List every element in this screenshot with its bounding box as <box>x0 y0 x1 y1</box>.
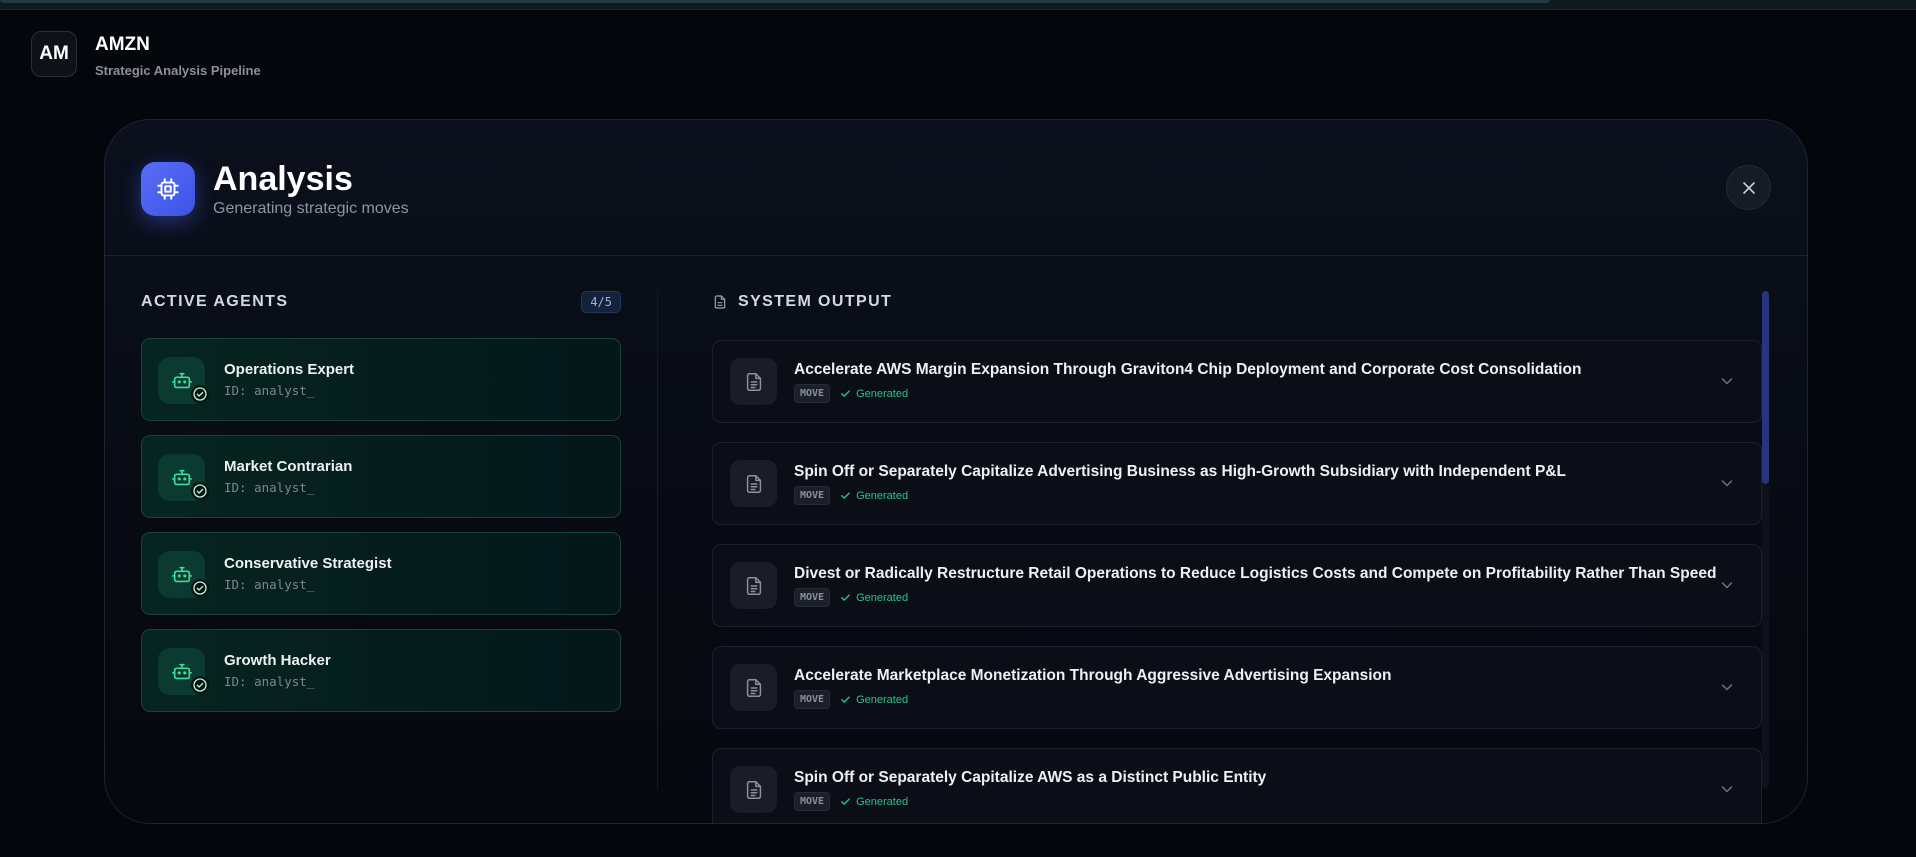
agent-card[interactable]: Market Contrarian ID: analyst_ <box>141 435 621 518</box>
move-badge: MOVE <box>794 384 831 403</box>
status-badge: Generated <box>840 388 908 400</box>
move-title: Divest or Radically Restructure Retail O… <box>794 565 1717 582</box>
check-icon <box>841 696 850 703</box>
move-title: Accelerate AWS Margin Expansion Through … <box>794 361 1582 378</box>
modal-header: Analysis Generating strategic moves <box>105 120 1807 256</box>
cpu-chip-icon <box>141 162 195 216</box>
document-icon <box>730 460 777 507</box>
move-badge: MOVE <box>794 588 831 607</box>
panel-divider <box>657 290 658 790</box>
agent-id: ID: analyst_ <box>224 577 315 592</box>
active-agents-title: ACTIVE AGENTS <box>141 293 289 310</box>
move-status-text: Generated <box>856 387 909 400</box>
status-badge: Generated <box>840 490 908 502</box>
document-icon <box>730 766 777 813</box>
move-title: Spin Off or Separately Capitalize AWS as… <box>794 769 1267 786</box>
top-progress-strip <box>0 0 1916 10</box>
agent-id: ID: analyst_ <box>224 674 315 689</box>
output-scrollbar-thumb[interactable] <box>1762 291 1769 484</box>
move-status-text: Generated <box>856 489 909 502</box>
check-icon <box>841 492 850 499</box>
agent-id: ID: analyst_ <box>224 383 315 398</box>
check-circle-icon <box>191 482 209 500</box>
close-button[interactable] <box>1726 165 1771 210</box>
agents-count-badge: 4/5 <box>581 291 621 313</box>
chevron-down-icon[interactable] <box>1719 577 1735 593</box>
agent-card[interactable]: Conservative Strategist ID: analyst_ <box>141 532 621 615</box>
document-icon <box>730 664 777 711</box>
move-card[interactable]: Spin Off or Separately Capitalize Advert… <box>712 442 1762 525</box>
agent-name: Growth Hacker <box>224 652 331 669</box>
check-icon <box>841 798 850 805</box>
active-agents-panel: ACTIVE AGENTS 4/5 Operations Expert ID: … <box>141 290 621 726</box>
move-title: Accelerate Marketplace Monetization Thro… <box>794 667 1392 684</box>
move-card[interactable]: Accelerate Marketplace Monetization Thro… <box>712 646 1762 729</box>
move-card[interactable]: Spin Off or Separately Capitalize AWS as… <box>712 748 1762 823</box>
chevron-down-icon[interactable] <box>1719 679 1735 695</box>
move-list: Accelerate AWS Margin Expansion Through … <box>712 340 1762 823</box>
status-badge: Generated <box>840 592 908 604</box>
chevron-down-icon[interactable] <box>1719 781 1735 797</box>
app-title: AMZN <box>95 34 150 55</box>
move-card[interactable]: Accelerate AWS Margin Expansion Through … <box>712 340 1762 423</box>
agent-name: Operations Expert <box>224 361 355 378</box>
analysis-modal: Analysis Generating strategic moves ACTI… <box>104 119 1808 824</box>
chevron-down-icon[interactable] <box>1719 373 1735 389</box>
status-badge: Generated <box>840 694 908 706</box>
move-badge: MOVE <box>794 486 831 505</box>
agent-card[interactable]: Operations Expert ID: analyst_ <box>141 338 621 421</box>
check-circle-icon <box>191 676 209 694</box>
app-header: AM AMZN Strategic Analysis Pipeline <box>31 31 261 78</box>
document-icon <box>714 295 726 309</box>
move-badge: MOVE <box>794 792 831 811</box>
move-title: Spin Off or Separately Capitalize Advert… <box>794 463 1566 480</box>
app-logo[interactable]: AM <box>31 31 77 77</box>
agent-name: Conservative Strategist <box>224 555 392 572</box>
check-circle-icon <box>191 385 209 403</box>
check-icon <box>841 594 850 601</box>
modal-subtitle: Generating strategic moves <box>213 200 409 217</box>
document-icon <box>730 358 777 405</box>
agent-id: ID: analyst_ <box>224 480 315 495</box>
move-card[interactable]: Divest or Radically Restructure Retail O… <box>712 544 1762 627</box>
top-progress-bar <box>0 0 1550 3</box>
agent-card[interactable]: Growth Hacker ID: analyst_ <box>141 629 621 712</box>
move-status-text: Generated <box>856 591 909 604</box>
move-badge: MOVE <box>794 690 831 709</box>
status-badge: Generated <box>840 796 908 808</box>
move-status-text: Generated <box>856 795 909 808</box>
agent-list: Operations Expert ID: analyst_ Market Co… <box>141 338 621 712</box>
move-status-text: Generated <box>856 693 909 706</box>
agent-name: Market Contrarian <box>224 458 353 475</box>
chevron-down-icon[interactable] <box>1719 475 1735 491</box>
close-icon <box>1742 181 1755 194</box>
check-circle-icon <box>191 579 209 597</box>
check-icon <box>841 390 850 397</box>
modal-title: Analysis <box>213 160 353 198</box>
document-icon <box>730 562 777 609</box>
system-output-panel: SYSTEM OUTPUT Accelerate AWS Margin Expa… <box>712 290 1762 823</box>
app-subtitle: Strategic Analysis Pipeline <box>95 63 261 78</box>
system-output-title: SYSTEM OUTPUT <box>738 293 893 310</box>
